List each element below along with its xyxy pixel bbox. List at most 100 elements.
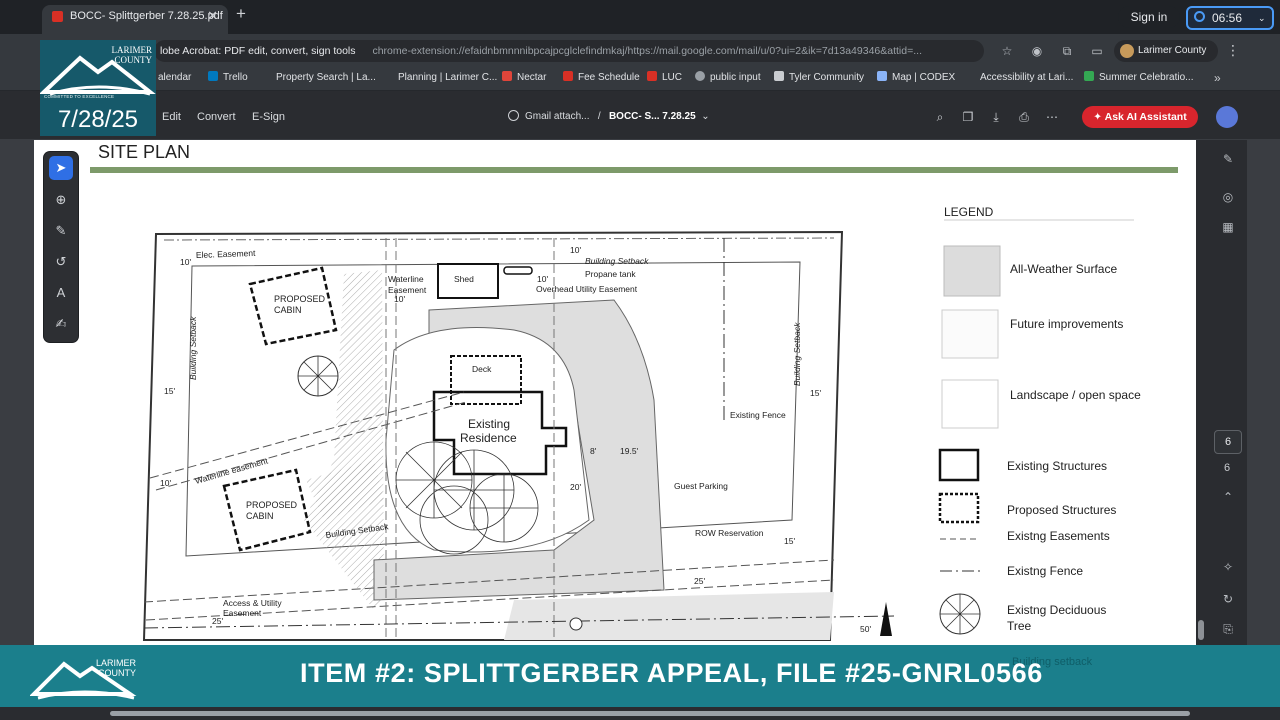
bookmark-item[interactable]: Accessibility at Lari... bbox=[980, 66, 1073, 90]
zoom-comment-icon[interactable]: ⊕ bbox=[49, 188, 73, 212]
legend-item: Tree bbox=[1007, 619, 1032, 633]
label-proposed-cabin: PROPOSED bbox=[246, 500, 298, 510]
map-icon bbox=[877, 71, 887, 81]
label-shed: Shed bbox=[454, 274, 474, 284]
clock-badge[interactable]: 06:56 ⌄ bbox=[1186, 6, 1274, 30]
bookmark-label: Nectar bbox=[517, 72, 547, 83]
label-overhead-easement: Overhead Utility Easement bbox=[536, 284, 638, 294]
select-tool-icon[interactable]: ➤ bbox=[49, 156, 73, 180]
dim-label: 10' bbox=[537, 274, 548, 284]
dim-label: 10' bbox=[394, 294, 405, 304]
bookmark-label: Fee Schedule bbox=[578, 72, 640, 83]
pages-icon[interactable]: ❐ bbox=[954, 91, 982, 143]
more-menu-icon[interactable]: ⋮ bbox=[1226, 42, 1240, 59]
logo-text: LARIMER COUNTY bbox=[111, 45, 153, 65]
print-icon[interactable]: ⎙ bbox=[1010, 91, 1038, 143]
globe-icon bbox=[695, 71, 705, 81]
puzzle-icon[interactable]: ⧉ bbox=[1052, 40, 1082, 62]
grid-icon[interactable]: ▦ bbox=[1219, 220, 1237, 234]
edit-pdf-icon[interactable]: ✎ bbox=[1219, 152, 1237, 166]
tool-rail: ➤ ⊕ ✎ ↺ A ✍ bbox=[44, 152, 78, 342]
pdf-page: SITE PLAN Elec. Easement 10' Waterline E… bbox=[34, 140, 1196, 645]
bookmark-item[interactable]: Tyler Community bbox=[774, 66, 864, 90]
comment-icon[interactable]: ◎ bbox=[1219, 190, 1237, 204]
save-icon[interactable]: ⎘ bbox=[1219, 622, 1237, 637]
ask-ai-assistant-button[interactable]: ✦ Ask AI Assistant bbox=[1082, 106, 1198, 128]
close-tab-icon[interactable]: ✕ bbox=[207, 5, 218, 27]
url-bar[interactable]: lobe Acrobat: PDF edit, convert, sign to… bbox=[154, 40, 984, 62]
page-number-input[interactable]: 6 bbox=[1214, 430, 1242, 454]
dim-label: 15' bbox=[164, 386, 175, 396]
magic-icon[interactable]: ✧ bbox=[1219, 560, 1237, 574]
download-icon[interactable]: ⤓ bbox=[982, 91, 1010, 143]
dim-label: 19.5' bbox=[620, 446, 639, 456]
ask-ai-label: Ask AI Assistant bbox=[1104, 111, 1187, 123]
dim-label: 10' bbox=[180, 257, 191, 267]
label-existing-residence: Existing bbox=[468, 417, 510, 431]
bookmark-item[interactable]: Summer Celebratio... bbox=[1084, 66, 1193, 90]
horizontal-scrollbar-thumb[interactable] bbox=[110, 711, 1190, 716]
menu-esign[interactable]: E-Sign bbox=[252, 91, 285, 143]
banner-title: ITEM #2: SPLITTGERBER APPEAL, FILE #25-G… bbox=[300, 658, 1043, 688]
extension-label: lobe Acrobat: PDF edit, convert, sign to… bbox=[160, 45, 356, 57]
acrobat-avatar[interactable] bbox=[1216, 106, 1238, 128]
bookmark-item[interactable]: Planning | Larimer C... bbox=[398, 66, 497, 90]
calendar-icon bbox=[1084, 71, 1094, 81]
bookmark-item[interactable]: public input bbox=[695, 66, 761, 90]
site-plan-drawing: SITE PLAN Elec. Easement 10' Waterline E… bbox=[90, 142, 1178, 641]
ai-sparkle-icon: ✦ bbox=[1093, 111, 1105, 123]
bookmark-item[interactable]: Trello bbox=[208, 66, 248, 90]
bookmark-star-icon[interactable]: ☆ bbox=[992, 40, 1022, 62]
svg-text:LARIMER: LARIMER bbox=[96, 658, 137, 668]
label-deck: Deck bbox=[472, 364, 492, 374]
extension-icon[interactable]: ◉ bbox=[1022, 40, 1052, 62]
trello-icon bbox=[208, 71, 218, 81]
vertical-scrollbar[interactable] bbox=[1196, 140, 1207, 645]
bookmarks-overflow-button[interactable]: » bbox=[1214, 66, 1221, 90]
label-guest-parking: Guest Parking bbox=[674, 481, 728, 491]
label-proposed-cabin: CABIN bbox=[274, 305, 302, 315]
avatar bbox=[1120, 44, 1134, 58]
profile-button[interactable]: Larimer County bbox=[1114, 40, 1218, 62]
bookmark-label: Property Search | La... bbox=[276, 72, 376, 83]
bookmark-item[interactable]: Nectar bbox=[502, 66, 546, 90]
menu-edit[interactable]: Edit bbox=[162, 91, 181, 143]
dim-label: 15' bbox=[784, 536, 795, 546]
label-access-easement: Access & Utility bbox=[223, 598, 282, 608]
cast-icon[interactable]: ▭ bbox=[1082, 40, 1112, 62]
breadcrumb-file[interactable]: BOCC- S... 7.28.25 bbox=[609, 111, 696, 122]
text-box-icon[interactable]: A bbox=[49, 281, 73, 305]
bookmark-item[interactable]: Property Search | La... bbox=[276, 66, 376, 90]
bookmark-item[interactable]: Fee Schedule bbox=[563, 66, 640, 90]
browser-tab[interactable]: BOCC- Splittgerber 7.28.25.pdf ✕ bbox=[42, 5, 228, 34]
dim-label: 10' bbox=[160, 478, 171, 488]
pen-icon[interactable]: ✎ bbox=[49, 219, 73, 243]
menu-convert[interactable]: Convert bbox=[197, 91, 236, 143]
legend-item: Existng Fence bbox=[1007, 564, 1083, 578]
more-icon[interactable]: ⋯ bbox=[1038, 91, 1066, 143]
breadcrumb-root[interactable]: Gmail attach... bbox=[525, 111, 589, 122]
draw-loop-icon[interactable]: ↺ bbox=[49, 250, 73, 274]
bookmark-label: Planning | Larimer C... bbox=[398, 72, 498, 83]
chevron-down-icon: ⌄ bbox=[1258, 13, 1266, 23]
chevron-down-icon[interactable]: ⌄ bbox=[701, 111, 709, 122]
breadcrumb: Gmail attach... / BOCC- S... 7.28.25 ⌄ bbox=[508, 91, 710, 143]
refresh-icon[interactable]: ↻ bbox=[1219, 592, 1237, 606]
sign-icon[interactable]: ✍ bbox=[49, 312, 73, 336]
bookmark-item[interactable]: LUC bbox=[647, 66, 682, 90]
legend-item: Existing Structures bbox=[1007, 459, 1107, 473]
chevron-up-icon[interactable]: ⌃ bbox=[1219, 490, 1237, 504]
new-tab-button[interactable]: + bbox=[236, 4, 246, 24]
search-icon[interactable]: ⌕ bbox=[926, 91, 954, 143]
breadcrumb-separator: / bbox=[597, 111, 601, 122]
dim-label: 15' bbox=[810, 388, 821, 398]
bookmark-item[interactable]: alendar bbox=[158, 66, 191, 90]
sign-in-button[interactable]: Sign in bbox=[1118, 6, 1180, 28]
dim-label: 25' bbox=[694, 576, 705, 586]
bookmark-item[interactable]: Map | CODEX bbox=[877, 66, 955, 90]
nectar-icon bbox=[502, 71, 512, 81]
scrollbar-thumb[interactable] bbox=[1198, 620, 1204, 640]
label-building-setback: Building Setback bbox=[792, 322, 802, 386]
larimer-county-logo: LARIMER COUNTY COMMITTED TO EXCELLENCE bbox=[40, 40, 156, 102]
legend-item: All-Weather Surface bbox=[1010, 262, 1117, 276]
